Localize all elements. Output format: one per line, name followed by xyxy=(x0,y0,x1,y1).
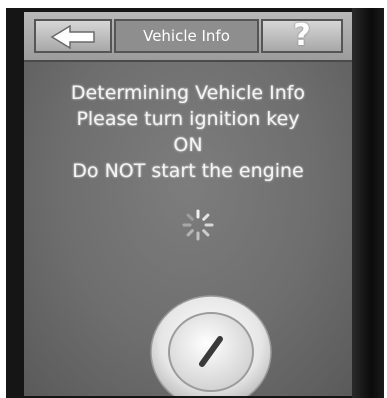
back-button[interactable] xyxy=(34,19,112,53)
message-line-1: Determining Vehicle Info xyxy=(70,82,306,104)
message-line-4: Do NOT start the engine xyxy=(72,160,304,182)
header-bar: Vehicle Info ? xyxy=(24,12,352,62)
device-screen: Vehicle Info ? Determining Vehicle Info … xyxy=(24,12,352,396)
help-button[interactable]: ? xyxy=(261,19,343,53)
page-title: Vehicle Info xyxy=(114,19,259,53)
device-photo: Vehicle Info ? Determining Vehicle Info … xyxy=(0,0,387,398)
loading-spinner-icon xyxy=(182,209,214,241)
device-bezel-edge xyxy=(352,8,384,398)
back-arrow-icon xyxy=(50,25,95,49)
message-line-2: Please turn ignition key xyxy=(76,108,300,130)
instruction-message: Determining Vehicle Info Please turn ign… xyxy=(24,80,352,184)
message-line-3: ON xyxy=(173,134,203,156)
ignition-key-icon xyxy=(150,295,272,396)
